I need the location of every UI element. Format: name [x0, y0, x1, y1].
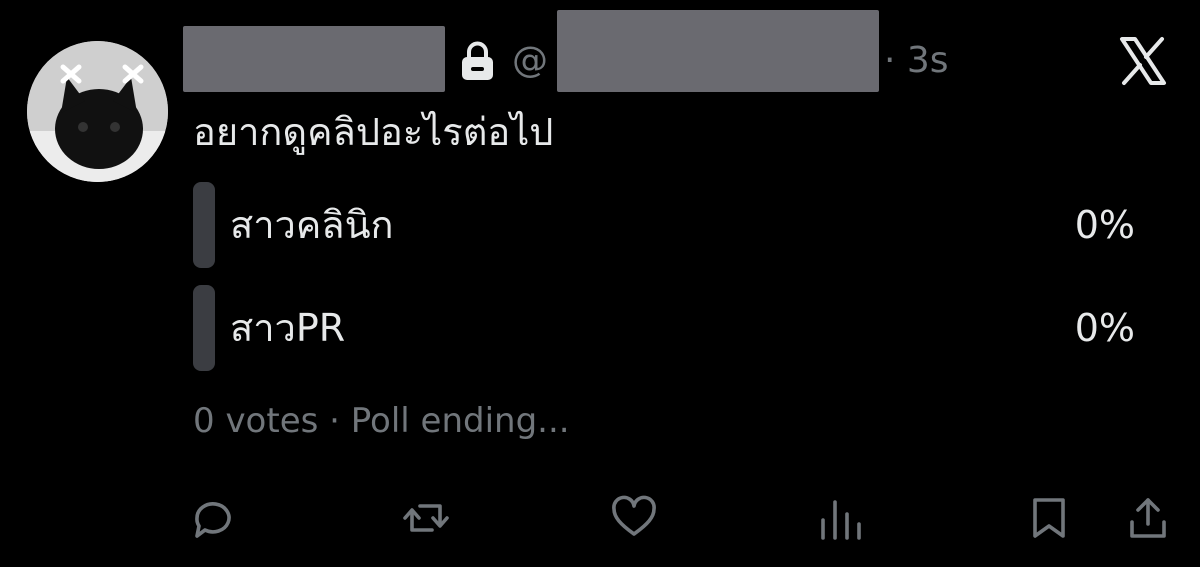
poll-result-bar	[193, 182, 215, 268]
redacted-display-name	[183, 26, 445, 92]
poll-option-1: สาวคลินิก 0%	[193, 182, 1143, 268]
tweet-text: อยากดูคลิปอะไรต่อไป	[193, 110, 554, 154]
poll-option-2: สาวPR 0%	[193, 285, 1143, 371]
bookmark-icon[interactable]	[1025, 494, 1073, 542]
poll-result-bar	[193, 285, 215, 371]
reply-icon[interactable]	[189, 494, 237, 542]
like-icon[interactable]	[610, 494, 658, 542]
poll-option-percent: 0%	[1074, 203, 1135, 247]
poll-meta: 0 votes · Poll ending...	[193, 401, 570, 441]
retweet-icon[interactable]	[402, 494, 450, 542]
timestamp[interactable]: · 3s	[884, 38, 949, 84]
handle-at-symbol: @	[512, 40, 548, 81]
avatar[interactable]	[27, 41, 168, 182]
views-icon[interactable]	[817, 494, 865, 542]
share-icon[interactable]	[1124, 494, 1172, 542]
poll-option-label: สาวคลินิก	[230, 203, 394, 247]
poll-option-label: สาวPR	[230, 306, 346, 350]
poll-option-percent: 0%	[1074, 306, 1135, 350]
x-logo-icon[interactable]	[1118, 36, 1168, 86]
lock-icon	[459, 41, 496, 81]
redacted-handle	[557, 10, 879, 92]
